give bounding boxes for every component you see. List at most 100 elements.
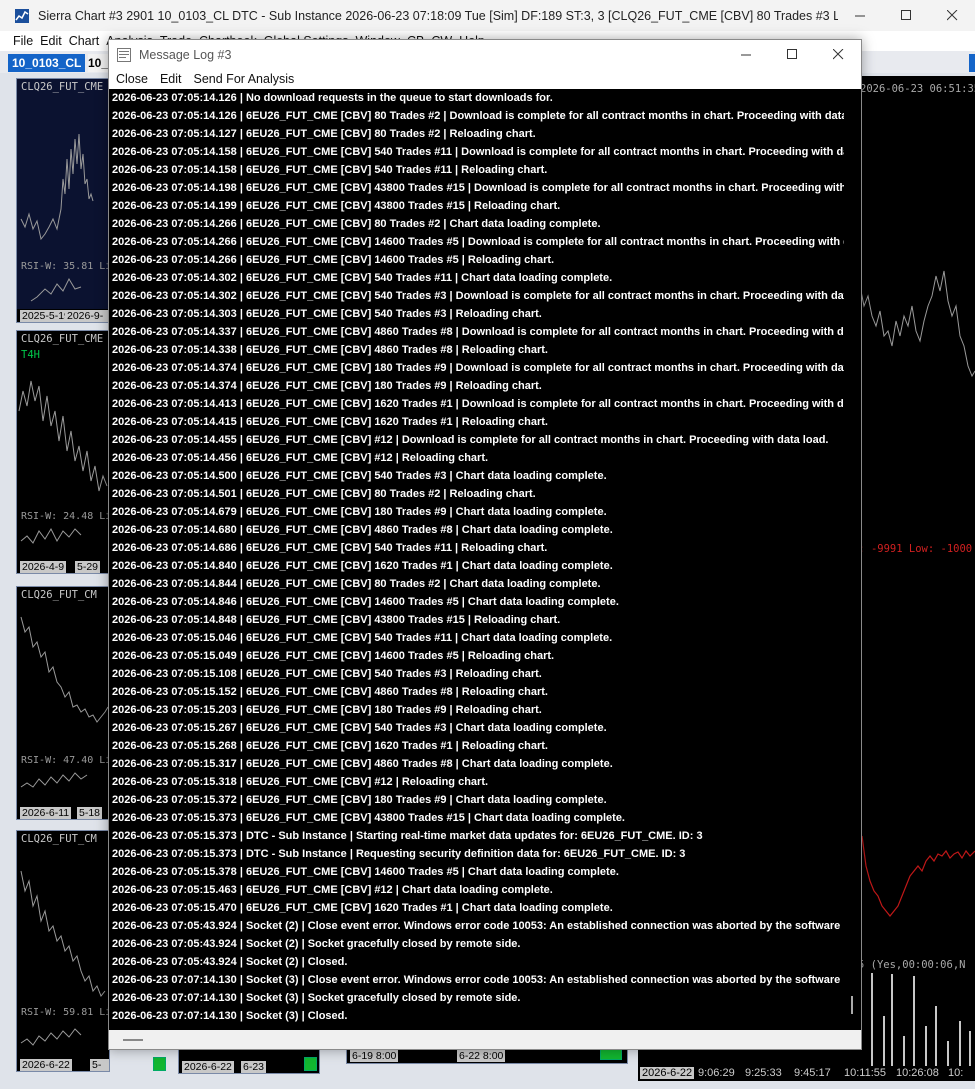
chart-window-4[interactable]: CLQ26_FUT_CM RSI-W: 59.81 Li 2026-6-22 5… (16, 830, 110, 1072)
log-entry: 2026-06-23 07:05:14.158 | 6EU26_FUT_CME … (112, 164, 548, 176)
time-label: 9:25:33 (745, 1067, 782, 1079)
date-label: 5-29 (75, 561, 101, 573)
log-entry: 2026-06-23 07:05:14.302 | 6EU26_FUT_CME … (112, 272, 613, 284)
status-indicator (304, 1057, 317, 1071)
log-entry: 2026-06-23 07:05:15.268 | 6EU26_FUT_CME … (112, 740, 548, 752)
minimize-icon (854, 15, 865, 17)
close-window-button[interactable] (929, 0, 975, 31)
log-entry: 2026-06-23 07:05:15.049 | 6EU26_FUT_CME … (112, 650, 555, 662)
log-entry: 2026-06-23 07:05:15.203 | 6EU26_FUT_CME … (112, 704, 542, 716)
chartbook-tab-active[interactable]: 10_0103_CL (8, 54, 86, 72)
chart-window-2[interactable]: CLQ26_FUT_CME T4H RSI-W: 24.48 Li 2026-4… (16, 330, 110, 574)
log-entry: 2026-06-23 07:05:14.303 | 6EU26_FUT_CME … (112, 308, 542, 320)
dialog-close-button[interactable] (815, 40, 861, 69)
date-label: 5-18 (77, 807, 103, 819)
log-entry: 2026-06-23 07:05:15.046 | 6EU26_FUT_CME … (112, 632, 613, 644)
volume-label: 5 (Yes,00:00:06,N (858, 959, 966, 971)
date-axis: 2025-5-19 2026-9-1 (17, 309, 109, 322)
log-entry: 2026-06-23 07:05:14.337 | 6EU26_FUT_CME … (112, 326, 844, 338)
log-entry: 2026-06-23 07:05:14.456 | 6EU26_FUT_CME … (112, 452, 489, 464)
date-label: 2026-9-1 (65, 310, 109, 322)
log-entry: 2026-06-23 07:05:15.152 | 6EU26_FUT_CME … (112, 686, 548, 698)
vertical-scrollbar[interactable] (844, 89, 861, 1030)
message-log-icon (117, 47, 131, 62)
date-label: 6-22 8:00 (457, 1050, 506, 1062)
date-axis: 2026-6-22 5-23 (17, 1058, 109, 1071)
dialog-minimize-button[interactable] (723, 40, 769, 69)
log-entry: 2026-06-23 07:07:14.130 | Socket (3) | C… (112, 974, 844, 986)
rsi-label: RSI-W: 35.81 Line (21, 261, 109, 272)
time-axis: 2026-6-22 9:06:29 9:25:33 9:45:17 10:11:… (638, 1066, 975, 1081)
minimize-icon (740, 54, 751, 56)
date-axis: 2026-6-11 5-18 (17, 806, 109, 819)
price-line (20, 616, 109, 788)
log-entry: 2026-06-23 07:05:15.373 | 6EU26_FUT_CME … (112, 812, 625, 824)
message-log-window[interactable]: Message Log #3 Close Edit Send For Analy… (108, 39, 862, 1050)
log-entry: 2026-06-23 07:05:14.198 | 6EU26_FUT_CME … (112, 182, 844, 194)
horizontal-scrollbar[interactable] (109, 1030, 861, 1049)
close-icon (832, 49, 843, 60)
time-label: 10:26:08 (896, 1067, 939, 1079)
log-entry: 2026-06-23 07:05:14.679 | 6EU26_FUT_CME … (112, 506, 607, 518)
maximize-icon (786, 49, 797, 59)
chartbook-tab[interactable]: 10_ (88, 54, 108, 72)
dialog-maximize-button[interactable] (769, 40, 815, 69)
message-log-text[interactable]: 2026-06-23 07:05:14.126 | No download re… (109, 89, 844, 1030)
menu-file[interactable]: File (0, 34, 40, 48)
rsi-label: RSI-W: 24.48 Li (21, 511, 110, 522)
chart-window-1[interactable]: CLQ26_FUT_CME RSI-W: 35.81 Line 2025-5-1… (16, 78, 110, 323)
scrollbar-thumb[interactable] (123, 1039, 143, 1041)
log-entry: 2026-06-23 07:05:14.840 | 6EU26_FUT_CME … (112, 560, 613, 572)
log-entry: 2026-06-23 07:05:14.266 | 6EU26_FUT_CME … (112, 236, 844, 248)
message-log-menu-bar: Close Edit Send For Analysis (109, 69, 861, 89)
main-title-bar[interactable]: Sierra Chart #3 2901 10_0103_CL DTC - Su… (0, 0, 975, 32)
rsi-label: RSI-W: 47.40 Li (21, 755, 110, 766)
log-entry: 2026-06-23 07:05:15.372 | 6EU26_FUT_CME … (112, 794, 607, 806)
log-entry: 2026-06-23 07:05:14.500 | 6EU26_FUT_CME … (112, 470, 607, 482)
high-low-label: h: -9991 Low: -1000 (852, 543, 973, 555)
sierra-chart-app-icon (15, 8, 29, 23)
log-entry: 2026-06-23 07:05:15.373 | DTC - Sub Inst… (112, 848, 686, 860)
log-entry: 2026-06-23 07:05:14.680 | 6EU26_FUT_CME … (112, 524, 613, 536)
log-entry: 2026-06-23 07:05:14.374 | 6EU26_FUT_CME … (112, 362, 844, 374)
log-entry: 2026-06-23 07:05:14.415 | 6EU26_FUT_CME … (112, 416, 548, 428)
log-entry: 2026-06-23 07:05:14.413 | 6EU26_FUT_CME … (112, 398, 844, 410)
message-log-title-bar[interactable]: Message Log #3 (109, 40, 861, 69)
rsi-label: RSI-W: 59.81 Li (21, 1007, 110, 1018)
log-entry: 2026-06-23 07:05:15.373 | DTC - Sub Inst… (112, 830, 703, 842)
status-indicator (153, 1057, 166, 1071)
date-axis: 6-19 8:00 6-22 8:00 (347, 1049, 627, 1063)
time-label: 9:45:17 (794, 1067, 831, 1079)
log-entry: 2026-06-23 07:05:15.470 | 6EU26_FUT_CME … (112, 902, 613, 914)
log-entry: 2026-06-23 07:05:15.317 | 6EU26_FUT_CME … (112, 758, 613, 770)
price-line (18, 380, 108, 544)
menu-edit[interactable]: Edit (40, 34, 69, 48)
log-entry: 2026-06-23 07:05:14.686 | 6EU26_FUT_CME … (112, 542, 548, 554)
chart-window-3[interactable]: CLQ26_FUT_CM RSI-W: 47.40 Li 2026-6-11 5… (16, 586, 110, 820)
log-entry: 2026-06-23 07:05:14.374 | 6EU26_FUT_CME … (112, 380, 542, 392)
date-axis: 2026-4-9 5-29 (17, 560, 109, 573)
maximize-button[interactable] (883, 0, 929, 31)
menu-send-for-analysis[interactable]: Send For Analysis (194, 72, 295, 86)
log-entry: 2026-06-23 07:05:15.378 | 6EU26_FUT_CME … (112, 866, 619, 878)
log-entry: 2026-06-23 07:05:14.266 | 6EU26_FUT_CME … (112, 254, 555, 266)
log-entry: 2026-06-23 07:05:14.846 | 6EU26_FUT_CME … (112, 596, 619, 608)
price-line (20, 133, 94, 302)
menu-close[interactable]: Close (116, 72, 148, 86)
date-label: 2026-6-11 (20, 807, 72, 819)
date-label: 2026-6-22 (182, 1061, 234, 1073)
maximize-icon (900, 10, 911, 20)
log-entry: 2026-06-23 07:05:14.158 | 6EU26_FUT_CME … (112, 146, 844, 158)
time-label: 10: (948, 1067, 964, 1079)
menu-edit[interactable]: Edit (160, 72, 182, 86)
chart-window-5[interactable]: 2026-6-22 6-23 (178, 1048, 320, 1074)
log-entry: 2026-06-23 07:05:43.924 | Socket (2) | C… (112, 956, 348, 968)
menu-chart[interactable]: Chart (69, 34, 107, 48)
log-entry: 2026-06-23 07:05:14.844 | 6EU26_FUT_CME … (112, 578, 601, 590)
log-entry: 2026-06-23 07:05:14.127 | 6EU26_FUT_CME … (112, 128, 536, 140)
chartbook-tab-right[interactable] (969, 54, 975, 72)
minimize-button[interactable] (837, 0, 883, 31)
scrollbar-thumb[interactable] (851, 996, 853, 1014)
log-entry: 2026-06-23 07:05:14.266 | 6EU26_FUT_CME … (112, 218, 601, 230)
time-label: 2026-6-22 (640, 1067, 695, 1079)
